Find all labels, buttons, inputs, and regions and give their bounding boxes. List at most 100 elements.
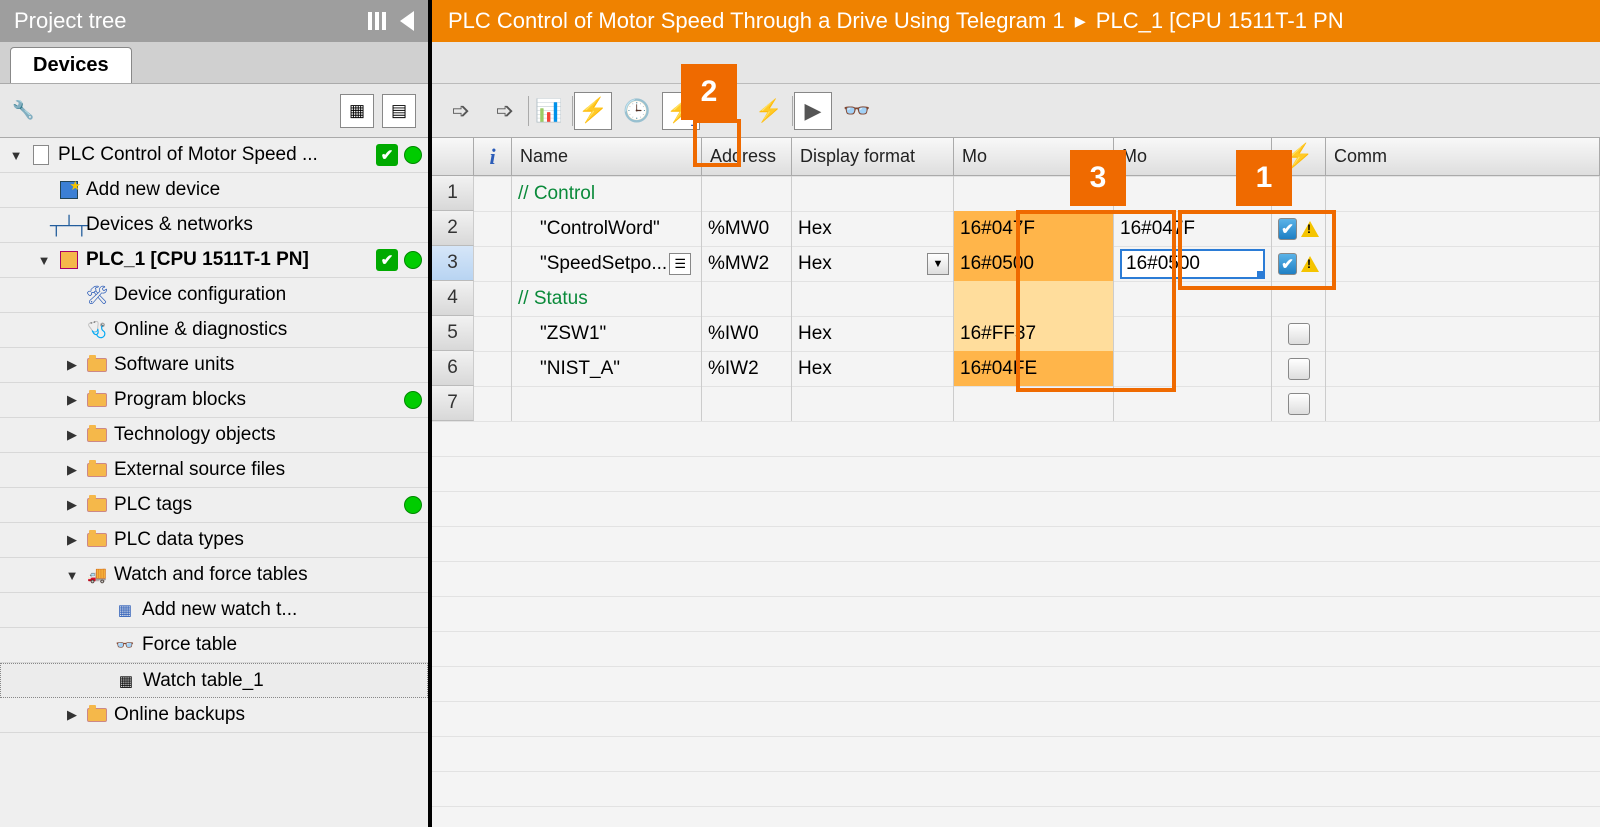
tree-item-technology-objects[interactable]: ▶Technology objects [0,418,428,453]
collapse-panel-icon[interactable] [400,11,414,31]
tree-node-icon: 🩺 [86,319,108,341]
tree-item-watch-table-1[interactable]: ▦Watch table_1 [0,663,428,698]
tree-expander-icon[interactable]: ▶ [64,392,80,408]
tree-view-grid-icon[interactable]: ▦ [340,94,374,128]
table-row[interactable]: 4// Status [432,281,1600,316]
tree-item-watch-and-force-tables[interactable]: ▼🚚Watch and force tables [0,558,428,593]
tree-expander-icon[interactable]: ▶ [64,357,80,373]
tag-address[interactable]: %IW0 [708,323,759,345]
table-row[interactable]: 3 "SpeedSetpo...☰ %MW2 Hex ▼ 16#0500 16#0500 ✔ [432,246,1600,281]
row-info [474,316,512,351]
table-row[interactable]: 6 "NIST_A" %IW2 Hex 16#04FE [432,351,1600,386]
col-comment[interactable]: Comm [1326,138,1600,175]
tree-expander-icon[interactable]: ▶ [64,462,80,478]
display-format[interactable]: Hex [798,218,832,240]
row-comment: // Control [518,183,595,205]
modify-checkbox[interactable] [1288,323,1310,345]
modify-all-icon[interactable]: ⚡ [750,92,788,130]
tree-node-icon: 👓 [114,634,136,656]
tree-tool-left-icon[interactable]: 🔧 [12,100,34,121]
tag-name[interactable]: "NIST_A" [540,358,620,380]
tree-node-icon [86,389,108,411]
row-number[interactable]: 7 [432,386,474,421]
display-format[interactable]: Hex [798,323,832,345]
tree-item-plc-control-of-motor-speed[interactable]: ▼PLC Control of Motor Speed ...✔ [0,138,428,173]
tag-name[interactable]: "SpeedSetpo... [540,253,667,275]
tag-address[interactable]: %MW0 [708,218,769,240]
watch-table-body[interactable]: 1 // Control 2 "ControlWord" %MW0 Hex 16#047F 1… [432,176,1600,827]
modify-warning-icon [1301,221,1319,237]
tree-item-add-new-watch-t[interactable]: ▦Add new watch t... [0,593,428,628]
tree-item-devices-networks[interactable]: ┬┴┬Devices & networks [0,208,428,243]
monitor-all-icon[interactable]: 📊 [530,92,568,130]
tree-node-icon: ┬┴┬ [58,214,80,236]
row-number[interactable]: 2 [432,211,474,246]
modify-value-input[interactable]: 16#0500 [1120,249,1265,279]
tree-item-plc-1-cpu-1511t-1-pn[interactable]: ▼PLC_1 [CPU 1511T-1 PN]✔ [0,243,428,278]
glasses-icon[interactable]: 👓 [838,92,876,130]
tree-expander-icon[interactable]: ▼ [64,568,80,583]
tree-expander-icon[interactable]: ▶ [64,427,80,443]
tree-item-label: PLC_1 [CPU 1511T-1 PN] [86,249,370,271]
tag-address[interactable]: %IW2 [708,358,759,380]
table-row[interactable]: 7 [432,386,1600,421]
left-titlebar: Project tree [0,0,428,42]
tree-expander-icon[interactable]: ▶ [64,497,80,513]
tree-item-label: Add new device [86,179,422,201]
columns-icon[interactable] [368,12,386,30]
project-tree[interactable]: ▼PLC Control of Motor Speed ...✔★Add new… [0,138,428,827]
tag-name[interactable]: "ControlWord" [540,218,660,240]
monitor-value: 16#0500 [960,253,1034,275]
insert-row-before-icon[interactable]: ➩ [486,92,524,130]
monitor-once-icon[interactable]: ⚡ [574,92,612,130]
display-format[interactable]: Hex [798,253,832,275]
tree-item-plc-tags[interactable]: ▶PLC tags [0,488,428,523]
tree-item-software-units[interactable]: ▶ Software units [0,348,428,383]
tree-item-device-configuration[interactable]: 🛠Device configuration [0,278,428,313]
breadcrumb-device: PLC_1 [CPU 1511T-1 PN [1096,8,1344,34]
tree-item-online-diagnostics[interactable]: 🩺Online & diagnostics [0,313,428,348]
modify-checkbox[interactable] [1288,358,1310,380]
tree-view-list-icon[interactable]: ▤ [382,94,416,128]
tree-node-icon: ▦ [114,599,136,621]
tree-expander-icon[interactable]: ▼ [36,253,52,268]
row-number[interactable]: 6 [432,351,474,386]
row-number[interactable]: 3 [432,246,474,281]
modify-checkbox[interactable] [1288,393,1310,415]
tree-expander-icon[interactable]: ▶ [64,707,80,723]
tree-item-label: Software units [114,354,422,376]
col-address[interactable]: Address [702,138,792,175]
row-number[interactable]: 1 [432,176,474,211]
goto-icon[interactable]: ▶ [794,92,832,130]
tree-item-external-source-files[interactable]: ▶External source files [0,453,428,488]
display-format[interactable]: Hex [798,358,832,380]
tree-expander-icon[interactable]: ▼ [8,148,24,163]
col-display-format[interactable]: Display format [792,138,954,175]
modify-checkbox[interactable]: ✔ [1278,218,1297,240]
name-browse-icon[interactable]: ☰ [669,253,691,275]
tree-item-force-table[interactable]: 👓 Force table [0,628,428,663]
row-number[interactable]: 4 [432,281,474,316]
row-number[interactable]: 5 [432,316,474,351]
monitor-value: 16#04FE [960,358,1037,380]
table-row[interactable]: 2"ControlWord"%MW0Hex16#047F16#047F✔ [432,211,1600,246]
table-row[interactable]: 1 // Control [432,176,1600,211]
tree-toolbar: 🔧 ▦ ▤ [0,84,428,138]
tree-item-plc-data-types[interactable]: ▶PLC data types [0,523,428,558]
tree-item-add-new-device[interactable]: ★Add new device [0,173,428,208]
tag-name[interactable]: "ZSW1" [540,323,606,345]
tab-devices[interactable]: Devices [10,47,132,83]
tree-item-label: Force table [142,634,422,656]
format-dropdown-icon[interactable]: ▼ [927,253,949,275]
modify-value[interactable]: 16#047F [1120,218,1195,240]
tree-item-online-backups[interactable]: ▶Online backups [0,698,428,733]
insert-row-icon[interactable]: ➩ [442,92,480,130]
tree-expander-icon[interactable]: ▶ [64,532,80,548]
col-name[interactable]: Name [512,138,702,175]
tag-address[interactable]: %MW2 [708,253,769,275]
table-row[interactable]: 5"ZSW1"%IW0Hex16#FF37 [432,316,1600,351]
modify-checkbox[interactable]: ✔ [1278,253,1297,275]
tree-item-label: Watch and force tables [114,564,422,586]
monitor-timer-icon[interactable]: 🕒 [618,92,656,130]
tree-item-program-blocks[interactable]: ▶Program blocks [0,383,428,418]
